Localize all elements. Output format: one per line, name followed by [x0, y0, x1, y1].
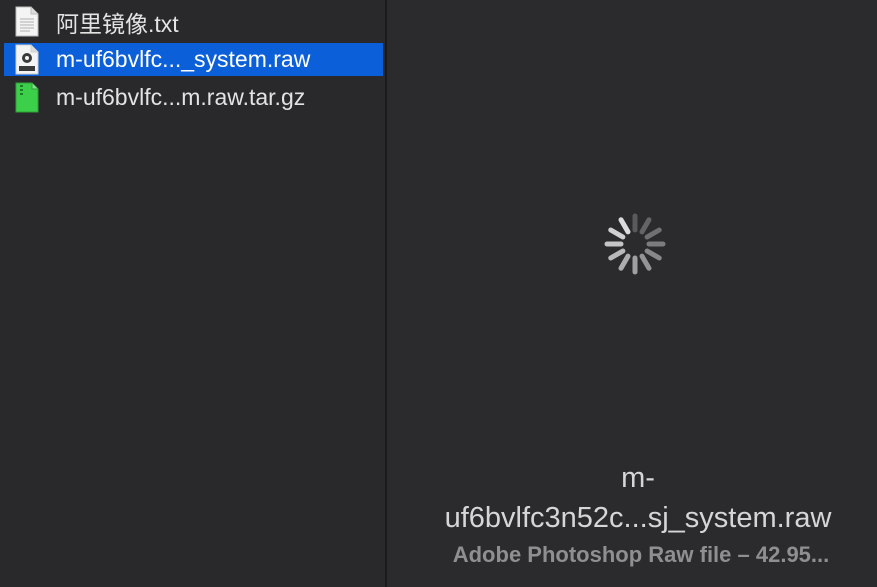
preview-filename-line2: uf6bvlfc3n52c...sj_system.raw [444, 502, 832, 534]
preview-pane: m- uf6bvlfc3n52c...sj_system.raw Adobe P… [387, 0, 877, 587]
text-document-icon [15, 6, 39, 37]
loading-spinner-icon [604, 213, 666, 275]
file-item-raw-tar-gz[interactable]: m-uf6bvlfc...m.raw.tar.gz [4, 81, 383, 114]
archive-file-icon [15, 82, 39, 113]
raw-file-icon [15, 44, 39, 75]
file-list-column[interactable]: 阿里镜像.txt m-uf6bvlfc..._system.raw m-uf6b… [0, 0, 387, 587]
file-item-system-raw[interactable]: m-uf6bvlfc..._system.raw [4, 43, 383, 76]
file-name: 阿里镜像.txt [56, 10, 179, 37]
file-name: m-uf6bvlfc...m.raw.tar.gz [56, 84, 306, 110]
file-name: m-uf6bvlfc..._system.raw [56, 46, 311, 72]
finder-window: 阿里镜像.txt m-uf6bvlfc..._system.raw m-uf6b… [0, 0, 877, 587]
file-item-aliyun-mirror-txt[interactable]: 阿里镜像.txt [4, 5, 383, 38]
preview-filename-line1: m- [621, 462, 655, 494]
preview-file-kind-size: Adobe Photoshop Raw file – 42.95... [452, 542, 830, 567]
